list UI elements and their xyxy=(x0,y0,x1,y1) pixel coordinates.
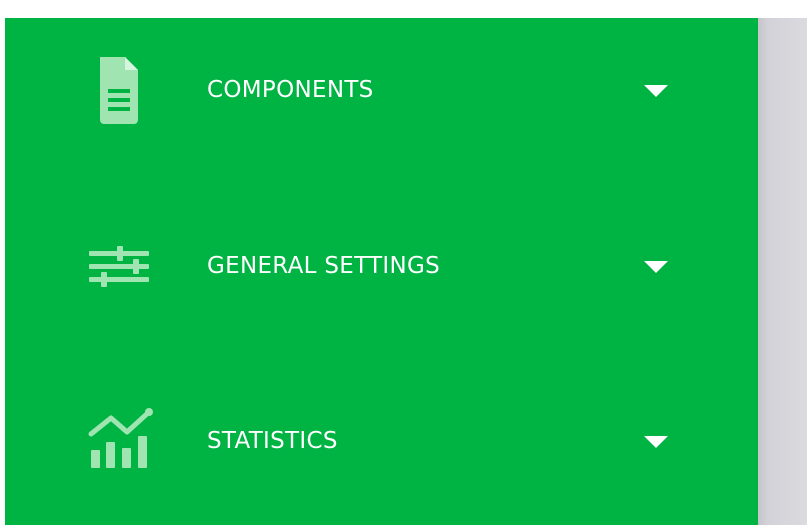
content-area xyxy=(758,18,807,525)
chevron-down-icon[interactable] xyxy=(643,435,669,449)
chevron-down-icon[interactable] xyxy=(643,260,669,274)
chevron-down-icon[interactable] xyxy=(643,84,669,98)
sidebar-menu: COMPONENTS GENERAL SETTINGS STATISTICS xyxy=(5,18,758,525)
sliders-icon xyxy=(83,229,155,301)
sidebar-item-label: COMPONENTS xyxy=(207,77,374,103)
chart-icon xyxy=(83,404,155,476)
document-icon xyxy=(83,53,155,125)
sidebar-item-statistics[interactable]: STATISTICS xyxy=(5,386,758,496)
sidebar-item-label: GENERAL SETTINGS xyxy=(207,253,441,279)
sidebar-item-label: STATISTICS xyxy=(207,428,338,454)
sidebar-item-general-settings[interactable]: GENERAL SETTINGS xyxy=(5,211,758,321)
page: COMPONENTS GENERAL SETTINGS STATISTICS xyxy=(0,0,807,525)
sidebar-item-components[interactable]: COMPONENTS xyxy=(5,35,758,145)
